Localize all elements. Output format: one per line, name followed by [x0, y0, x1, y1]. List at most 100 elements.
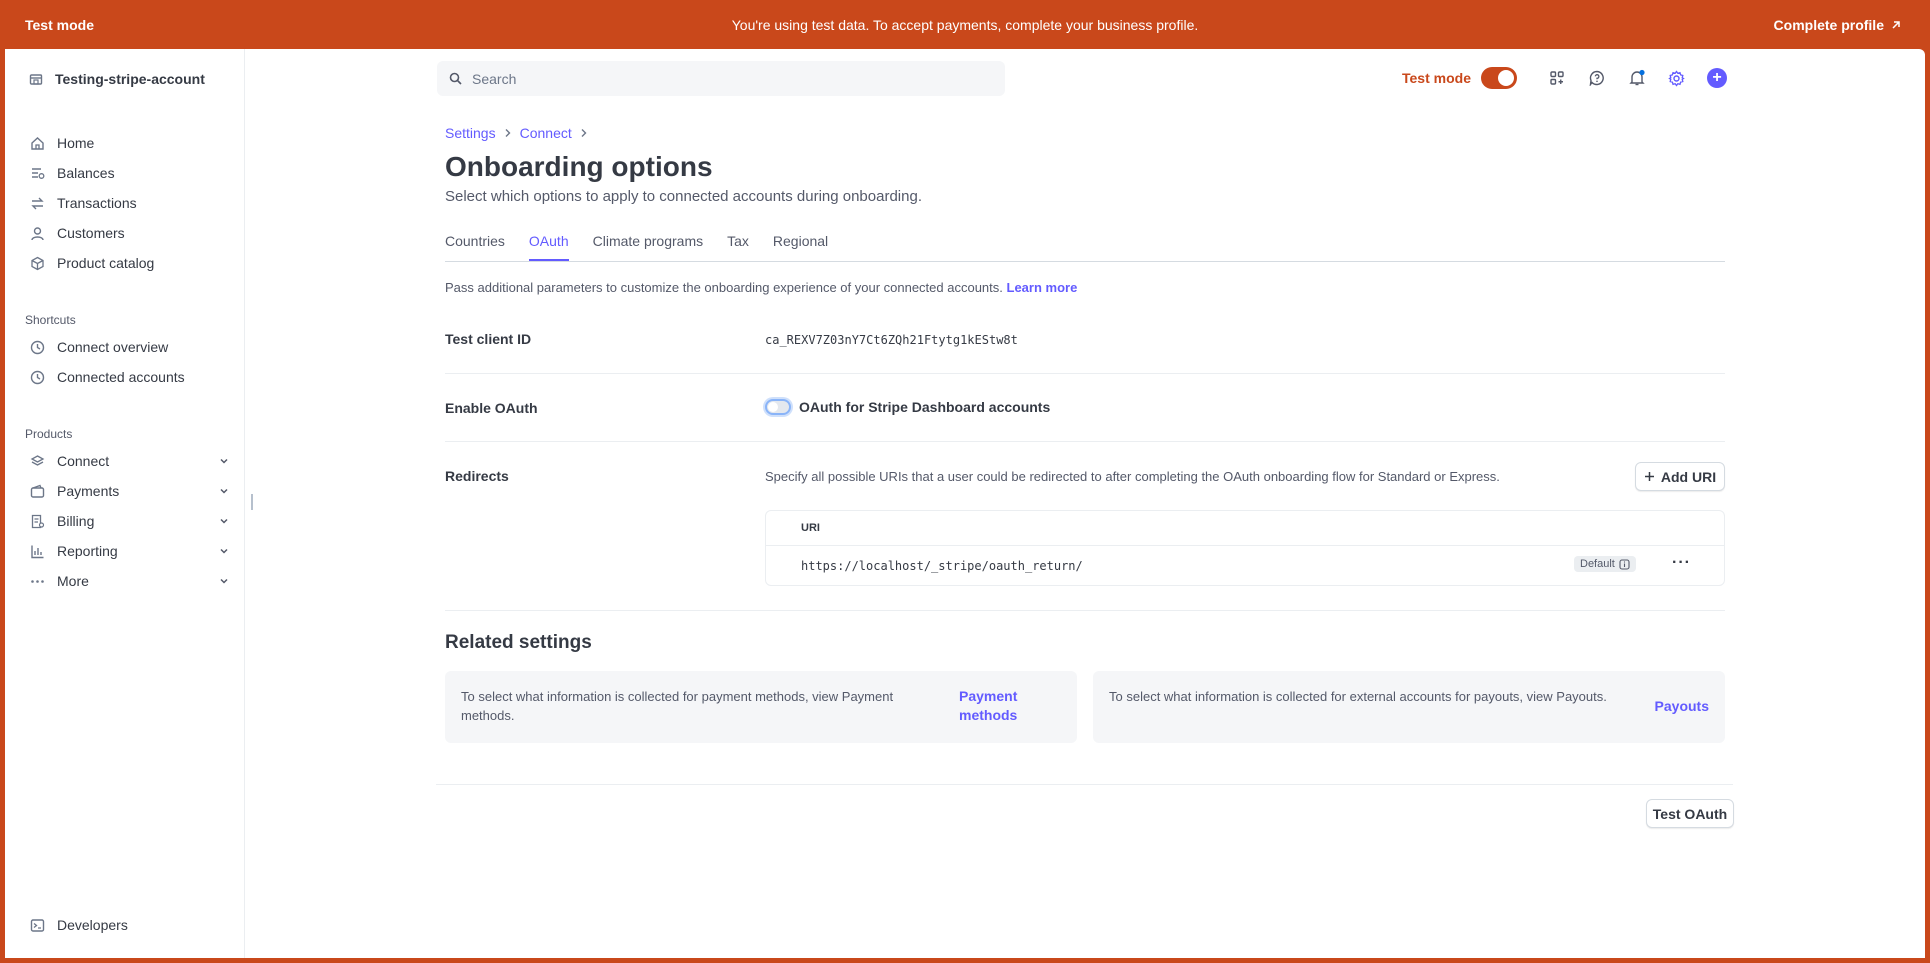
- sidebar-item-label: Connect overview: [57, 339, 169, 355]
- chevron-down-icon: [219, 453, 229, 469]
- redirects-label: Redirects: [445, 468, 509, 484]
- sidebar-item-label: Connect: [57, 453, 110, 469]
- help-icon[interactable]: [1577, 70, 1617, 86]
- notifications-bell-icon[interactable]: [1617, 69, 1657, 87]
- related-card-payouts: To select what information is collected …: [1093, 671, 1725, 743]
- product-catalog-icon: [29, 255, 45, 271]
- sidebar-item-connect[interactable]: Connect: [29, 453, 229, 469]
- uri-value: https://localhost/_stripe/oauth_return/: [801, 559, 1083, 573]
- tab-oauth[interactable]: OAuth: [528, 233, 569, 261]
- sidebar-item-connected-accounts[interactable]: Connected accounts: [29, 369, 229, 385]
- learn-more-link[interactable]: Learn more: [1007, 280, 1078, 295]
- enable-oauth-toggle[interactable]: [765, 399, 791, 415]
- plus-icon: [1644, 472, 1654, 481]
- redirects-description: Specify all possible URIs that a user co…: [765, 469, 1500, 484]
- test-mode-label: Test mode: [1402, 70, 1471, 86]
- tab-countries[interactable]: Countries: [445, 233, 505, 261]
- page-subtitle: Select which options to apply to connect…: [445, 188, 922, 205]
- breadcrumb-connect[interactable]: Connect: [520, 125, 572, 141]
- sidebar-item-label: Developers: [57, 917, 128, 933]
- breadcrumb-settings[interactable]: Settings: [445, 125, 496, 141]
- related-card-payment-methods: To select what information is collected …: [445, 671, 1077, 743]
- related-settings-heading: Related settings: [445, 632, 592, 653]
- sidebar-item-product-catalog[interactable]: Product catalog: [29, 255, 229, 271]
- default-badge-label: Default: [1580, 558, 1615, 570]
- default-badge: Default: [1574, 556, 1636, 572]
- tab-regional[interactable]: Regional: [773, 233, 828, 261]
- sidebar-item-label: Transactions: [57, 195, 137, 211]
- test-mode-toggle[interactable]: [1480, 67, 1517, 89]
- enable-oauth-control: OAuth for Stripe Dashboard accounts: [765, 399, 1050, 415]
- divider: [445, 441, 1725, 442]
- row-overflow-menu-icon[interactable]: ···: [1672, 554, 1691, 572]
- banner-message: You're using test data. To accept paymen…: [731, 17, 1199, 33]
- sidebar-item-label: Balances: [57, 165, 115, 181]
- sidebar-item-label: More: [57, 573, 89, 589]
- test-oauth-button[interactable]: Test OAuth: [1646, 799, 1734, 828]
- shortcuts-heading: Shortcuts: [25, 313, 76, 327]
- balances-icon: [29, 165, 45, 181]
- customers-icon: [29, 225, 45, 241]
- search-input[interactable]: [472, 70, 972, 87]
- add-uri-label: Add URI: [1660, 468, 1717, 485]
- sidebar: Testing-stripe-account Home Balances Tra…: [5, 49, 245, 958]
- account-switcher[interactable]: Testing-stripe-account: [29, 71, 205, 87]
- sidebar-item-connect-overview[interactable]: Connect overview: [29, 339, 229, 355]
- sidebar-item-label: Payments: [57, 483, 120, 499]
- home-icon: [29, 135, 45, 151]
- related-card-text: To select what information is collected …: [1109, 689, 1607, 704]
- reporting-icon: [29, 543, 45, 559]
- sidebar-item-payments[interactable]: Payments: [29, 483, 229, 499]
- test-mode-banner: Test mode You're using test data. To acc…: [0, 0, 1930, 49]
- info-icon: [1619, 558, 1630, 570]
- sidebar-item-label: Connected accounts: [57, 369, 185, 385]
- sidebar-item-more[interactable]: More: [29, 573, 229, 589]
- chevron-down-icon: [219, 573, 229, 589]
- add-uri-button[interactable]: Add URI: [1635, 462, 1725, 491]
- sidebar-item-transactions[interactable]: Transactions: [29, 195, 229, 211]
- clock-icon: [29, 339, 45, 355]
- chevron-down-icon: [219, 543, 229, 559]
- breadcrumb: Settings Connect: [445, 125, 588, 141]
- sidebar-item-label: Customers: [57, 225, 125, 241]
- main-content: Test mode + Settings Connect Onboarding …: [245, 49, 1925, 958]
- sidebar-item-billing[interactable]: Billing: [29, 513, 229, 529]
- chevron-down-icon: [219, 513, 229, 529]
- payment-methods-link[interactable]: Payment methods: [959, 687, 1029, 725]
- sidebar-item-label: Product catalog: [57, 255, 155, 271]
- topbar-actions: Test mode +: [1402, 67, 1727, 89]
- apps-icon[interactable]: [1537, 70, 1577, 86]
- chevron-down-icon: [219, 483, 229, 499]
- more-icon: [29, 573, 45, 589]
- enable-oauth-toggle-label: OAuth for Stripe Dashboard accounts: [799, 399, 1051, 415]
- clock-icon: [29, 369, 45, 385]
- tab-climate-programs[interactable]: Climate programs: [593, 233, 703, 261]
- tab-bar: Countries OAuth Climate programs Tax Reg…: [445, 233, 1725, 262]
- transactions-icon: [29, 195, 45, 211]
- sidebar-item-home[interactable]: Home: [29, 135, 229, 151]
- page-title: Onboarding options: [445, 151, 713, 182]
- sidebar-item-developers[interactable]: Developers: [29, 917, 229, 933]
- search-bar[interactable]: [437, 61, 1005, 96]
- enable-oauth-label: Enable OAuth: [445, 400, 538, 416]
- divider: [445, 373, 1725, 374]
- tab-tax[interactable]: Tax: [727, 233, 749, 261]
- test-oauth-label: Test OAuth: [1652, 805, 1728, 822]
- divider: [445, 610, 1725, 611]
- search-icon: [449, 72, 462, 85]
- sidebar-item-balances[interactable]: Balances: [29, 165, 229, 181]
- payouts-link[interactable]: Payouts: [1655, 697, 1709, 716]
- chevron-right-icon: [580, 125, 588, 141]
- test-client-id-label: Test client ID: [445, 331, 532, 347]
- sidebar-item-reporting[interactable]: Reporting: [29, 543, 229, 559]
- sidebar-item-customers[interactable]: Customers: [29, 225, 229, 241]
- footer-divider: [436, 784, 1733, 785]
- billing-icon: [29, 513, 45, 529]
- settings-gear-icon[interactable]: [1657, 69, 1697, 87]
- uri-table: URI https://localhost/_stripe/oauth_retu…: [765, 510, 1725, 586]
- terminal-icon: [29, 917, 45, 933]
- complete-profile-link[interactable]: Complete profile: [1774, 17, 1902, 33]
- payments-icon: [29, 483, 45, 499]
- sidebar-item-label: Reporting: [57, 543, 118, 559]
- create-plus-icon[interactable]: +: [1706, 68, 1727, 88]
